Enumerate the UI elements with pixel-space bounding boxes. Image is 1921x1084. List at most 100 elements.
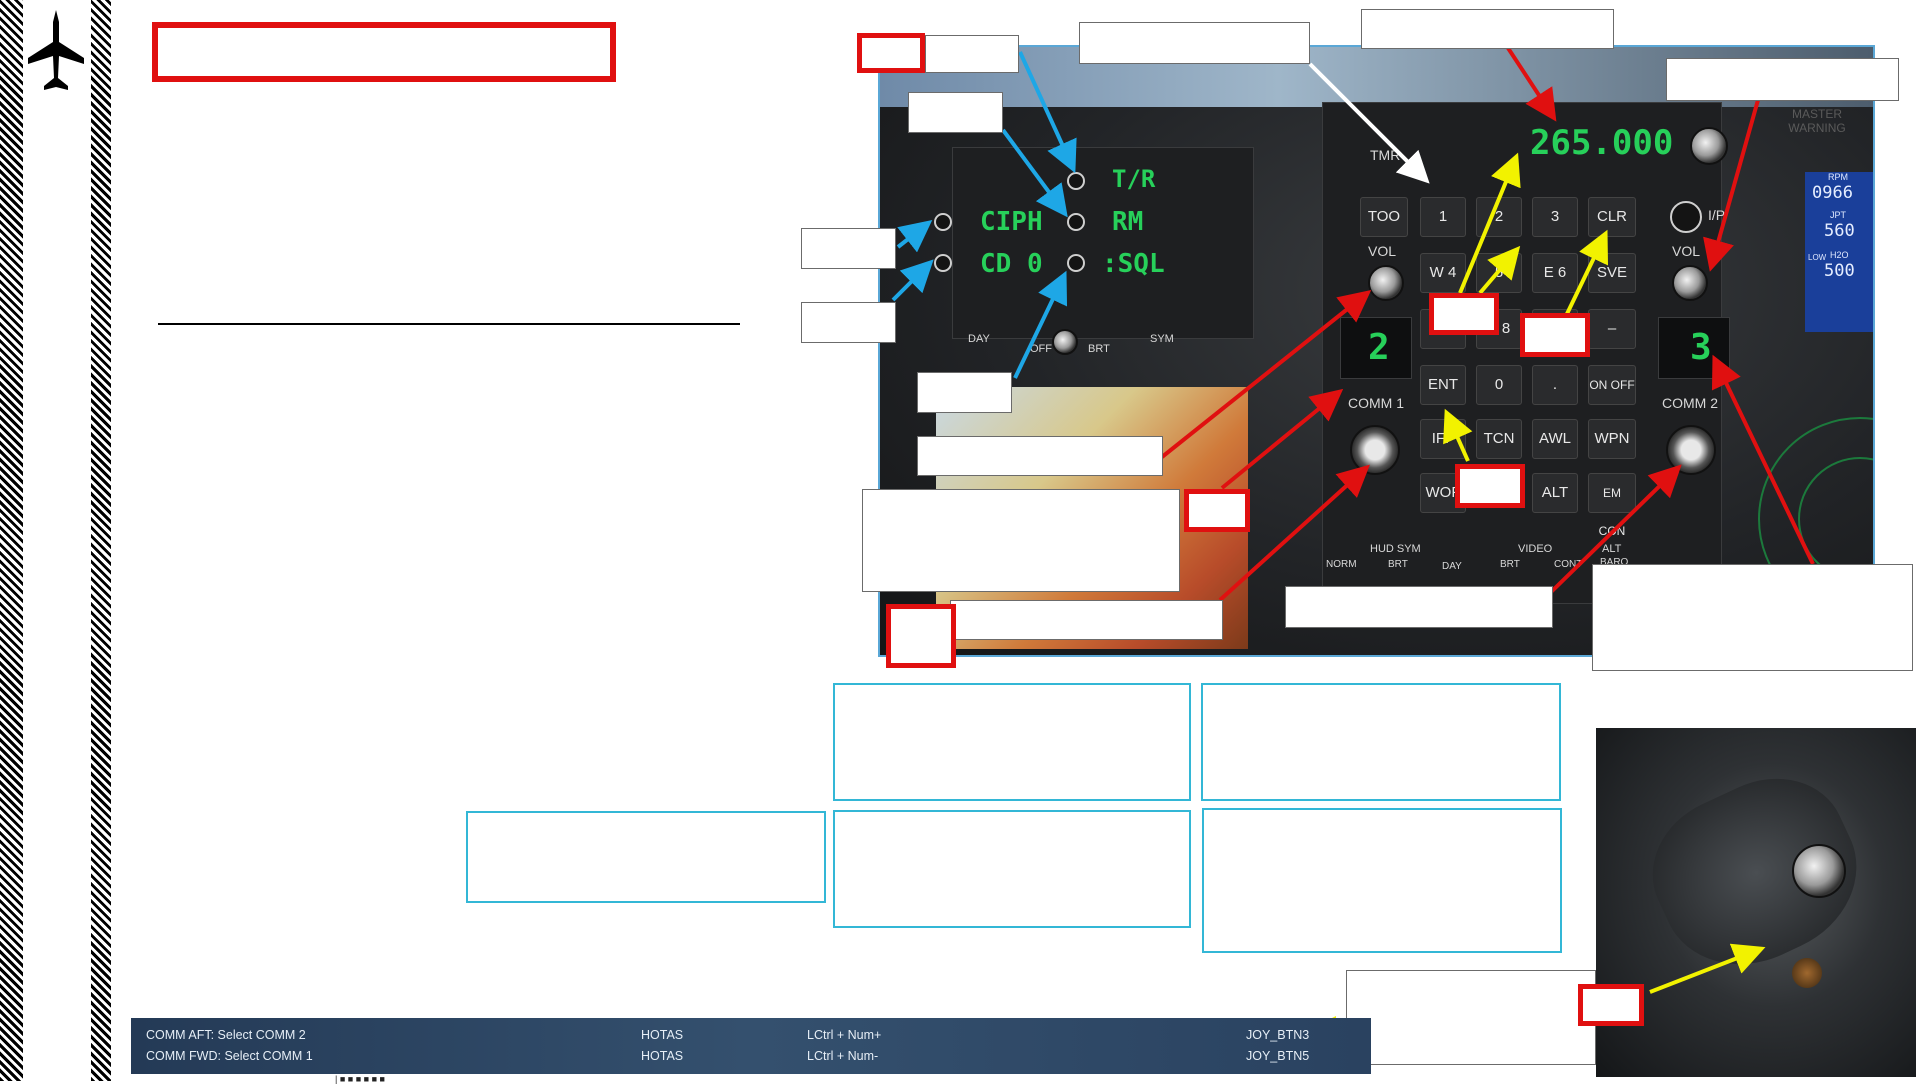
h2o-label: H2O <box>1830 250 1849 260</box>
key-binding-table: COMM AFT: Select COMM 2 HOTAS LCtrl + Nu… <box>131 1018 1371 1074</box>
comm1-volume-knob[interactable] <box>1368 265 1404 301</box>
option-button-3[interactable] <box>1067 254 1085 272</box>
binding-joy: JOY_BTN5 <box>1246 1049 1310 1063</box>
key-sve[interactable]: SVE <box>1588 253 1636 293</box>
comm2-channel-knob[interactable] <box>1666 425 1716 475</box>
callout-box-comm1-channel <box>862 489 1180 592</box>
binding-row: COMM AFT: Select COMM 2 HOTAS LCtrl + Nu… <box>131 1025 1371 1047</box>
hud-brt-label: BRT <box>1388 559 1408 570</box>
callout-red-top-left <box>857 33 925 73</box>
key-2[interactable]: 2 <box>1476 197 1522 237</box>
callout-box-cd <box>801 302 896 343</box>
ip-label: I/P <box>1708 207 1726 223</box>
callout-box-right <box>1666 58 1899 101</box>
comm2-vol-label: VOL <box>1672 243 1701 259</box>
jet-aircraft-icon <box>26 8 86 96</box>
binding-category: HOTAS <box>641 1049 684 1063</box>
key-on-off[interactable]: ON OFF <box>1588 365 1636 405</box>
rpm-label: RPM <box>1828 172 1848 182</box>
callout-box-ciph <box>801 228 896 269</box>
binding-action: COMM AFT: Select COMM 2 <box>146 1028 306 1042</box>
callout-box-comm2-knob <box>1285 586 1553 628</box>
jpt-label: JPT <box>1830 210 1847 220</box>
binding-key: LCtrl + Num- <box>807 1049 879 1063</box>
title-box <box>152 22 616 82</box>
ip-button[interactable] <box>1670 201 1702 233</box>
alt-label: ALT <box>1602 543 1622 555</box>
option-display-panel <box>952 147 1254 339</box>
jpt-value: 560 <box>1824 221 1855 241</box>
key-1[interactable]: 1 <box>1420 197 1466 237</box>
comm2-label: COMM 2 <box>1662 395 1718 411</box>
callout-red-throttle <box>1578 984 1644 1026</box>
callout-box-comm1-knob <box>950 600 1223 640</box>
info-box-3 <box>466 811 826 903</box>
key-tcn[interactable]: TCN <box>1476 419 1522 459</box>
comm2-volume-knob[interactable] <box>1672 265 1708 301</box>
key-alt[interactable]: ALT <box>1532 473 1578 513</box>
callout-red-bottom-left <box>886 604 956 668</box>
option-button-1[interactable] <box>1067 172 1085 190</box>
key-awl[interactable]: AWL <box>1532 419 1578 459</box>
brightness-knob[interactable] <box>1052 329 1078 355</box>
key-4[interactable]: W 4 <box>1420 253 1466 293</box>
video-label: VIDEO <box>1518 543 1553 555</box>
key-ent[interactable]: ENT <box>1420 365 1466 405</box>
right-hatch-strip <box>91 0 111 1081</box>
comm2-channel-display: 3 <box>1690 327 1712 368</box>
brt-label: BRT <box>1088 343 1110 355</box>
comm-selector-knob[interactable] <box>1792 844 1846 898</box>
key-5[interactable]: 5 <box>1476 253 1522 293</box>
video-brt-label: BRT <box>1500 559 1520 570</box>
off-label: OFF <box>1030 343 1052 355</box>
key-3[interactable]: 3 <box>1532 197 1578 237</box>
callout-box-comm1-vol <box>917 436 1163 476</box>
key-too[interactable]: TOO <box>1360 197 1408 237</box>
h2o-value: 500 <box>1824 261 1855 281</box>
hud-day-label: DAY <box>1442 561 1462 572</box>
callout-box-top-right <box>1361 9 1614 49</box>
callout-red-keypad-a <box>1429 293 1499 335</box>
key-iff[interactable]: IFF <box>1420 419 1466 459</box>
callout-box-sql <box>917 372 1012 413</box>
hud-sym-label: HUD SYM <box>1370 543 1421 555</box>
comm1-channel-display: 2 <box>1368 327 1390 368</box>
comm1-channel-knob[interactable] <box>1350 425 1400 475</box>
option-button-2[interactable] <box>1067 213 1085 231</box>
option-display-cd: CD 0 <box>980 249 1043 279</box>
key-dot[interactable]: . <box>1532 365 1578 405</box>
option-display-rm: RM <box>1112 207 1144 237</box>
callout-box-rm <box>908 92 1003 133</box>
option-button-4[interactable] <box>934 213 952 231</box>
cont-label: CONT <box>1554 559 1583 570</box>
info-box-2 <box>1201 683 1561 801</box>
callout-box-comm2-channel <box>1592 564 1913 671</box>
callout-box-throttle <box>1346 970 1596 1065</box>
key-clr[interactable]: CLR <box>1588 197 1636 237</box>
left-hatch-strip <box>0 0 23 1081</box>
info-box-1 <box>833 683 1191 801</box>
key-0[interactable]: 0 <box>1476 365 1522 405</box>
comm-switch[interactable] <box>1792 958 1822 988</box>
key-wpn[interactable]: WPN <box>1588 419 1636 459</box>
key-emcon[interactable]: EM CON <box>1588 473 1636 538</box>
divider-line <box>158 323 740 325</box>
info-box-5 <box>1202 808 1562 953</box>
footer-text: | ■ ■ ■ ■ ■ ■ <box>335 1074 385 1084</box>
tmr-label: TMR <box>1370 147 1401 163</box>
callout-red-comm1 <box>1184 489 1250 532</box>
callout-red-keypad-c <box>1455 464 1525 508</box>
throttle-photo <box>1596 728 1916 1077</box>
key-minus[interactable]: – <box>1588 309 1636 349</box>
comm1-label: COMM 1 <box>1348 395 1404 411</box>
option-button-5[interactable] <box>934 254 952 272</box>
binding-key: LCtrl + Num+ <box>807 1028 882 1042</box>
day-label: DAY <box>968 333 990 345</box>
binding-row: COMM FWD: Select COMM 1 HOTAS LCtrl + Nu… <box>131 1046 1371 1068</box>
info-box-4 <box>833 810 1191 928</box>
key-6[interactable]: E 6 <box>1532 253 1578 293</box>
brightness-knob-ufc[interactable] <box>1690 127 1728 165</box>
option-display-sql: :SQL <box>1102 249 1165 279</box>
binding-action: COMM FWD: Select COMM 1 <box>146 1049 313 1063</box>
binding-category: HOTAS <box>641 1028 684 1042</box>
